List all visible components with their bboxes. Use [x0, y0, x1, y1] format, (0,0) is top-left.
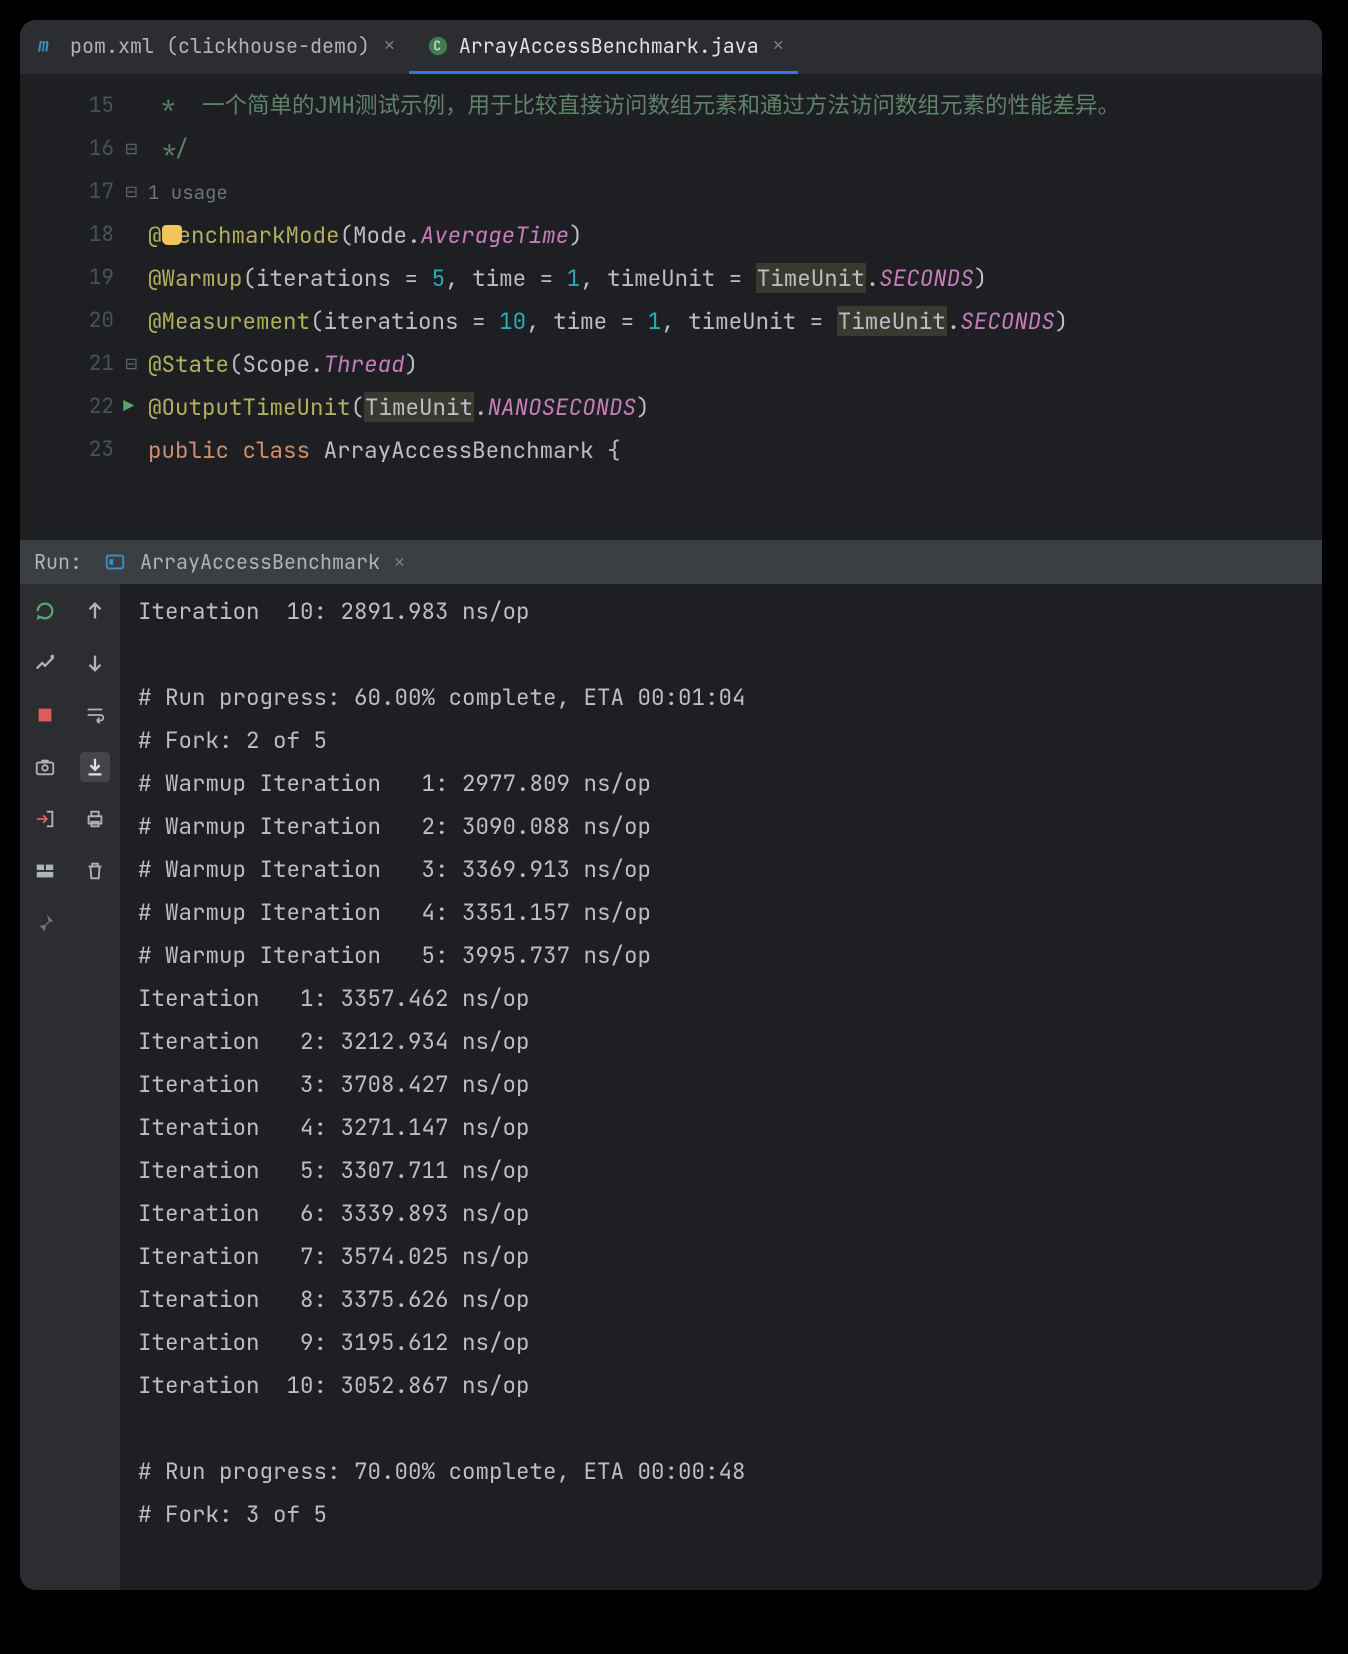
run-config-icon: [104, 551, 126, 573]
print-button[interactable]: [80, 804, 110, 834]
maven-icon: m: [38, 35, 60, 57]
line-number: 15: [20, 84, 140, 127]
run-label: Run:: [34, 549, 90, 575]
run-toolbar-left: [20, 584, 70, 1590]
run-header: Run: ArrayAccessBenchmark ✕: [20, 540, 1322, 584]
exit-button[interactable]: [30, 804, 60, 834]
close-icon[interactable]: ✕: [394, 551, 405, 574]
line-number: 20: [20, 299, 140, 342]
up-button[interactable]: [80, 596, 110, 626]
settings-button[interactable]: [30, 648, 60, 678]
line-number: 21: [20, 342, 140, 385]
intention-bulb-icon[interactable]: [162, 225, 182, 245]
line-number: 18: [20, 213, 140, 256]
line-number-gutter: 15 16 17 18 19 20 21 22 23: [20, 74, 140, 540]
scroll-to-end-button[interactable]: [80, 752, 110, 782]
code-line-20: @State(Scope.Thread): [148, 349, 418, 379]
line-number[interactable]: 22: [20, 385, 140, 428]
code-line-21: @OutputTimeUnit(TimeUnit.NANOSECONDS): [148, 392, 650, 422]
java-class-icon: C: [427, 35, 449, 57]
svg-text:C: C: [433, 37, 441, 54]
usage-hint[interactable]: 1 usage: [148, 180, 228, 205]
pin-button[interactable]: [30, 908, 60, 938]
tab-array-access-benchmark[interactable]: C ArrayAccessBenchmark.java ✕: [409, 20, 798, 74]
code-line-17: @enchmarkMode(Mode.AverageTime): [148, 220, 583, 250]
stop-button[interactable]: [30, 700, 60, 730]
rerun-button[interactable]: [30, 596, 60, 626]
line-number: 23: [20, 428, 140, 471]
tab-label: ArrayAccessBenchmark.java: [459, 33, 759, 59]
run-toolbar-secondary: [70, 584, 120, 1590]
tab-pom-xml[interactable]: m pom.xml (clickhouse-demo) ✕: [20, 20, 409, 74]
close-icon[interactable]: ✕: [380, 34, 395, 57]
ide-window: m pom.xml (clickhouse-demo) ✕ C ArrayAcc…: [20, 20, 1322, 1590]
code-line-19: @Measurement(iterations = 10, time = 1, …: [148, 306, 1068, 336]
layout-button[interactable]: [30, 856, 60, 886]
soft-wrap-button[interactable]: [80, 700, 110, 730]
down-button[interactable]: [80, 648, 110, 678]
run-config-name[interactable]: ArrayAccessBenchmark: [140, 549, 380, 575]
line-number: 17: [20, 170, 140, 213]
run-tool-window: Run: ArrayAccessBenchmark ✕: [20, 540, 1322, 1590]
snapshot-button[interactable]: [30, 752, 60, 782]
line-number: 16: [20, 127, 140, 170]
code-line-18: @Warmup(iterations = 5, time = 1, timeUn…: [148, 263, 987, 293]
code-area[interactable]: * 一个简单的JMH测试示例，用于比较直接访问数组元素和通过方法访问数组元素的性…: [140, 74, 1322, 540]
editor-tabs-bar: m pom.xml (clickhouse-demo) ✕ C ArrayAcc…: [20, 20, 1322, 74]
clear-button[interactable]: [80, 856, 110, 886]
tab-label: pom.xml (clickhouse-demo): [70, 33, 370, 59]
code-line-22: public class ArrayAccessBenchmark {: [148, 435, 621, 465]
close-icon[interactable]: ✕: [769, 34, 784, 57]
console-output[interactable]: Iteration 10: 2891.983 ns/op # Run progr…: [120, 584, 1322, 1590]
code-line: * 一个简单的JMH测试示例，用于比较直接访问数组元素和通过方法访问数组元素的性…: [148, 90, 1120, 120]
line-number: 19: [20, 256, 140, 299]
svg-text:m: m: [38, 35, 49, 57]
code-line: */: [148, 133, 189, 163]
code-editor[interactable]: 15 16 17 18 19 20 21 22 23 * 一个简单的JMH测试示…: [20, 74, 1322, 540]
